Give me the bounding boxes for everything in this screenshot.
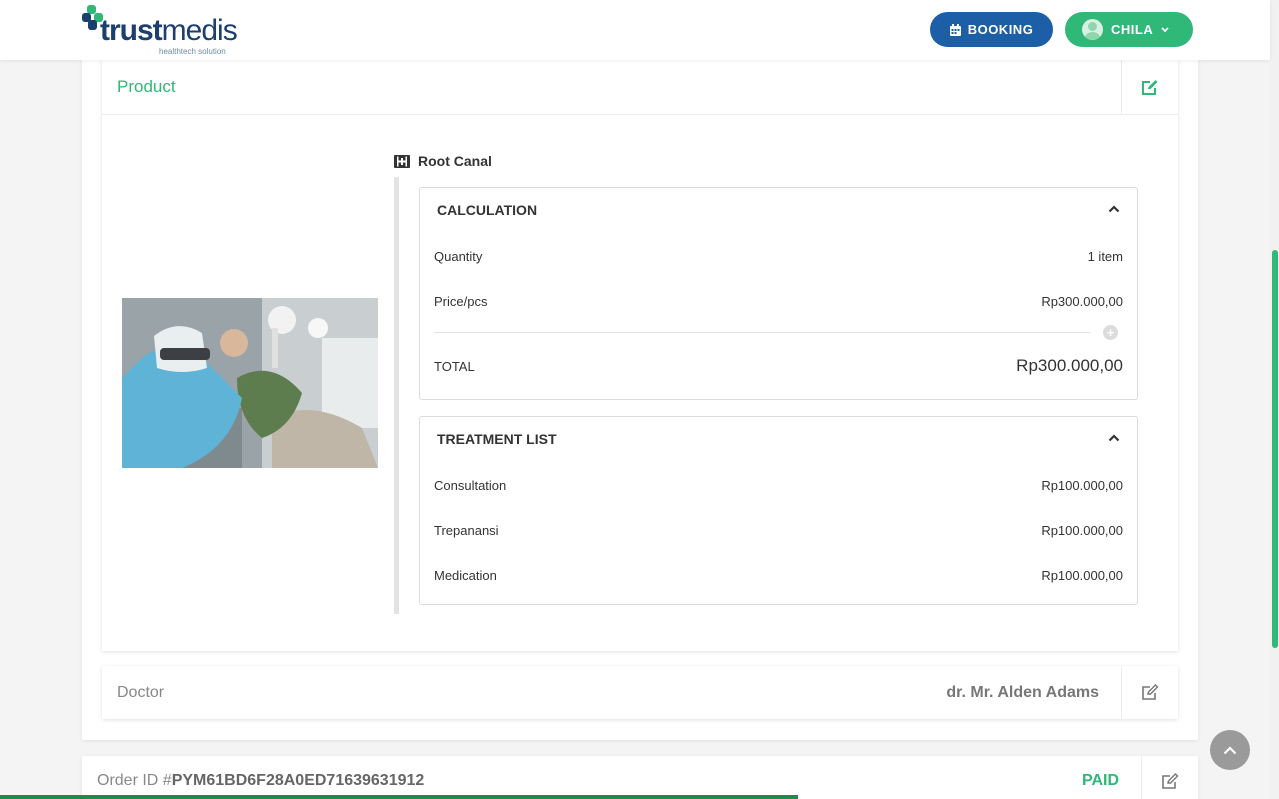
plus-circle-icon: + [1103,325,1118,340]
calculation-title: CALCULATION [437,202,538,218]
treatment-list-title: TREATMENT LIST [437,431,557,447]
edit-icon [1142,684,1159,700]
logo-wordmark-bold: trust [100,14,163,47]
logo-wordmark: trustmedis [100,14,238,47]
list-item: Trepanansi Rp100.000,00 [434,523,1123,538]
product-section-title: Product [117,77,176,96]
product-item-rule [394,177,399,614]
treatment-price: Rp100.000,00 [1041,523,1123,538]
calculation-panel: CALCULATION Quantity 1 item Price/pcs Rp… [419,187,1138,400]
doctor-label: Doctor [117,684,165,701]
edit-icon [1142,80,1158,95]
order-id-prefix: Order ID # [97,772,172,789]
treatment-name: Consultation [434,478,507,493]
treatment-name: Trepanansi [434,523,499,538]
avatar [1082,19,1103,40]
product-section: Product Root Canal CALCULATION Quantity … [102,60,1178,651]
medical-kit-icon [394,154,410,168]
calendar-icon [949,23,961,36]
page-load-progress-bar [0,795,799,799]
chevron-up-icon[interactable] [1108,205,1120,213]
total-row: TOTAL Rp300.000,00 [434,356,1123,376]
quantity-row: Quantity 1 item [434,249,1123,264]
user-name-label: CHILA [1111,22,1154,37]
logo-tagline: healthtech solution [159,47,226,56]
top-navbar: trustmedis healthtech solution BOOKING C… [0,0,1270,60]
price-label: Price/pcs [434,294,488,309]
booking-button-label: BOOKING [967,22,1034,37]
order-edit-button[interactable] [1141,756,1198,799]
page: trustmedis healthtech solution BOOKING C… [0,0,1279,799]
price-row: Price/pcs Rp300.000,00 [434,294,1123,309]
doctor-name: dr. Mr. Alden Adams [946,684,1099,701]
product-image [122,298,378,468]
total-value: Rp300.000,00 [1016,356,1123,375]
edit-icon [1162,772,1179,789]
doctor-section: Doctor dr. Mr. Alden Adams [102,666,1178,719]
product-section-header: Product [102,60,1178,115]
product-item-name: Root Canal [418,153,492,169]
list-item: Medication Rp100.000,00 [434,568,1123,583]
order-id: Order ID #PYM61BD6F28A0ED71639631912 [97,772,424,790]
logo-wordmark-light: medis [161,14,238,47]
treatment-price: Rp100.000,00 [1041,478,1123,493]
price-value: Rp300.000,00 [1041,294,1123,309]
treatment-price: Rp100.000,00 [1041,568,1123,583]
chevron-down-icon [1161,26,1169,32]
booking-button[interactable]: BOOKING [930,12,1053,47]
user-menu-button[interactable]: CHILA [1065,12,1193,47]
total-label: TOTAL [434,358,475,374]
status-badge: PAID [1081,772,1119,789]
doctor-edit-button[interactable] [1121,666,1178,719]
treatment-list-panel: TREATMENT LIST Consultation Rp100.000,00… [419,416,1138,605]
chevron-up-icon [1223,745,1237,754]
product-item-title: Root Canal [394,153,492,169]
order-id-value: PYM61BD6F28A0ED71639631912 [171,772,425,789]
order-summary-section: Order ID #PYM61BD6F28A0ED71639631912 PAI… [82,756,1198,799]
scroll-to-top-button[interactable] [1210,730,1250,770]
scrollbar-thumb[interactable] [1272,250,1278,648]
chevron-up-icon[interactable] [1108,434,1120,442]
quantity-label: Quantity [434,249,483,264]
trustmedis-logo[interactable]: trustmedis healthtech solution [82,5,242,57]
list-item: Consultation Rp100.000,00 [434,478,1123,493]
calculation-divider [434,332,1091,333]
treatment-name: Medication [434,568,497,583]
product-edit-button[interactable] [1121,60,1178,115]
quantity-value: 1 item [1087,249,1123,264]
